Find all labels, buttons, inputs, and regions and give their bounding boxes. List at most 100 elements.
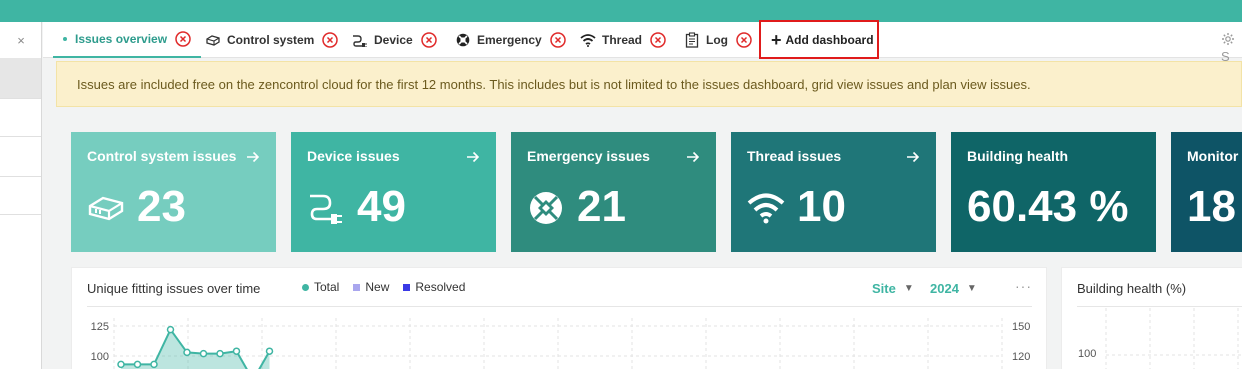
banner-text: Issues are included free on the zencontr… [77, 76, 1031, 92]
year-dropdown[interactable]: 2024 ▼ [930, 281, 977, 296]
dashboard-tab-bar: Issues overview Control system Device Em… [43, 20, 1242, 64]
card-title: Control system issues [87, 148, 237, 164]
controller-icon [205, 32, 221, 48]
tab-issues-overview[interactable]: Issues overview [53, 22, 202, 58]
side-list-item[interactable] [0, 58, 41, 99]
info-banner: Issues are included free on the zencontr… [56, 61, 1242, 107]
site-dropdown[interactable]: Site ▼ [872, 281, 914, 296]
wifi-icon [580, 32, 596, 48]
close-tab-icon[interactable] [322, 32, 339, 48]
tab-label: Log [706, 33, 728, 47]
chart-legend: Total New Resolved [302, 280, 479, 294]
legend-item-resolved[interactable]: Resolved [403, 280, 465, 294]
panel-divider [1077, 306, 1242, 307]
card-value: 21 [577, 182, 626, 231]
panel-title: Building health (%) [1077, 281, 1187, 296]
panel-divider [87, 306, 1032, 307]
gear-icon [1221, 33, 1235, 49]
data-point [166, 325, 175, 334]
y-axis-tick-label: 120 [1012, 351, 1030, 363]
card-title: Building health [967, 148, 1069, 164]
legend-label: New [365, 280, 390, 294]
tab-device[interactable]: Device [352, 22, 437, 58]
building-health-panel: Building health (%) 100 [1061, 267, 1242, 369]
close-tab-icon[interactable] [736, 32, 752, 48]
legend-swatch [353, 283, 361, 291]
card-emergency-issues[interactable]: Emergency issues 21 [511, 132, 716, 252]
tab-label: Control system [227, 33, 315, 47]
site-label: Site [872, 281, 896, 296]
data-point [133, 360, 142, 369]
chevron-down-icon: ▼ [903, 283, 914, 294]
data-point [199, 349, 208, 358]
panel-title: Unique fitting issues over time [87, 281, 261, 296]
data-point [232, 347, 241, 355]
add-dashboard-label: Add dashboard [785, 32, 874, 47]
legend-item-total[interactable]: Total [302, 280, 339, 294]
close-tab-icon[interactable] [175, 31, 191, 47]
card-monitor[interactable]: Monitor 18 [1171, 132, 1242, 252]
side-list-item[interactable] [0, 99, 41, 137]
side-list-item[interactable] [0, 177, 41, 215]
legend-label: Resolved [415, 280, 466, 294]
series-area-total [121, 329, 270, 369]
card-title: Device issues [307, 148, 400, 164]
close-tab-icon[interactable] [420, 32, 437, 48]
more-options-icon[interactable]: ··· [1015, 278, 1032, 294]
close-tab-icon[interactable] [549, 32, 566, 48]
wifi-icon [747, 190, 785, 226]
card-value: 23 [137, 182, 186, 231]
fitting-issues-chart: 125 100 150 120 [91, 318, 1030, 369]
legend-swatch [302, 283, 309, 291]
data-point [117, 360, 125, 369]
controller-icon [87, 190, 125, 226]
card-value: 60.43 % [967, 182, 1129, 231]
tab-log[interactable]: Log [684, 22, 752, 58]
arrow-right-icon[interactable] [466, 150, 480, 164]
card-device-issues[interactable]: Device issues 49 [291, 132, 496, 252]
data-point [150, 360, 158, 369]
data-point [265, 347, 274, 355]
tab-emergency[interactable]: Emergency [455, 22, 566, 58]
clipboard-icon [684, 32, 700, 48]
card-thread-issues[interactable]: Thread issues 10 [731, 132, 936, 252]
plus-icon: + [771, 29, 782, 50]
tab-label: Issues overview [75, 32, 168, 46]
card-value: 49 [357, 182, 406, 231]
card-value: 18 [1187, 182, 1236, 231]
tab-label: Thread [602, 33, 643, 47]
data-point [216, 349, 224, 358]
year-label: 2024 [930, 281, 959, 296]
emergency-icon [527, 190, 565, 226]
fitting-issues-panel: Unique fitting issues over time Total Ne… [71, 267, 1047, 369]
chevron-down-icon: ▼ [966, 283, 977, 294]
tab-label: Device [374, 33, 413, 47]
data-point [183, 348, 191, 357]
emergency-icon [455, 32, 471, 48]
legend-label: Total [314, 280, 340, 294]
close-icon[interactable]: × [0, 22, 42, 58]
arrow-right-icon[interactable] [906, 150, 920, 164]
left-side-pane: × [0, 22, 42, 369]
legend-item-new[interactable]: New [353, 280, 389, 294]
top-header-bar [0, 0, 1242, 22]
arrow-right-icon[interactable] [246, 150, 260, 164]
side-list-item[interactable] [0, 137, 41, 177]
card-value: 10 [797, 182, 846, 231]
add-dashboard-button[interactable]: + Add dashboard [759, 20, 879, 59]
tab-thread[interactable]: Thread [580, 22, 666, 58]
settings-button[interactable]: S [1221, 32, 1242, 64]
plug-icon [307, 190, 345, 226]
legend-swatch [403, 283, 411, 291]
tab-control-system[interactable]: Control system [205, 22, 339, 58]
arrow-right-icon[interactable] [686, 150, 700, 164]
active-dot-icon [63, 37, 67, 41]
card-building-health[interactable]: Building health 60.43 % [951, 132, 1156, 252]
card-title: Emergency issues [527, 148, 650, 164]
y-axis-tick-label: 150 [1012, 321, 1030, 333]
plug-icon [352, 32, 368, 48]
health-chart-grid [1105, 308, 1242, 369]
card-title: Thread issues [747, 148, 842, 164]
card-control-system-issues[interactable]: Control system issues 23 [71, 132, 276, 252]
close-tab-icon[interactable] [650, 32, 666, 48]
